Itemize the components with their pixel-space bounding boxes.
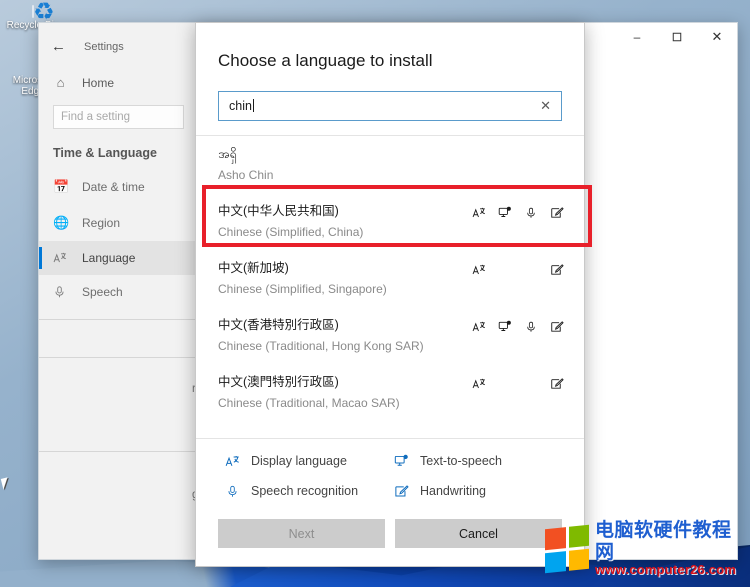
sidebar-item-label: Date & time xyxy=(82,180,145,194)
sidebar-item-label: Home xyxy=(82,75,115,90)
display-language-icon xyxy=(472,262,486,277)
language-native-name: 中文(香港特別行政區) xyxy=(218,318,339,332)
dialog-footer: Next Cancel xyxy=(196,509,584,566)
home-icon: ⌂ xyxy=(56,75,65,90)
find-a-setting-input[interactable]: Find a setting xyxy=(53,105,184,129)
language-list[interactable]: အရှိ Asho Chin 中文(中华人民共和国) Chinese (Simp… xyxy=(196,135,584,438)
calendar-clock-icon: 📅 xyxy=(53,179,70,194)
watermark: 电脑软硬件教程网 www.computer26.com xyxy=(545,515,750,583)
sidebar-item-language[interactable]: Language xyxy=(39,241,196,275)
background-divider xyxy=(39,451,217,452)
display-language-icon xyxy=(472,205,486,220)
dialog-search-wrapper: chin ✕ xyxy=(196,71,584,121)
text-to-speech-icon xyxy=(498,205,512,220)
language-names: 中文(澳門特別行政區) Chinese (Traditional, Macao … xyxy=(218,373,472,412)
minimize-button[interactable]: – xyxy=(617,23,657,51)
sidebar-item-speech[interactable]: Speech xyxy=(39,275,196,309)
language-native-name: 中文(新加坡) xyxy=(218,261,289,275)
mouse-cursor xyxy=(0,477,11,490)
language-english-name: Chinese (Simplified, Singapore) xyxy=(218,282,387,296)
legend-label: Display language xyxy=(251,454,347,468)
list-item[interactable]: 中文(中华人民共和国) Chinese (Simplified, China) xyxy=(196,193,584,250)
microphone-icon xyxy=(53,285,68,299)
language-english-name: Asho Chin xyxy=(218,168,274,182)
legend-label: Text-to-speech xyxy=(420,454,502,468)
display-language-icon xyxy=(53,251,68,265)
language-feature-icons xyxy=(478,145,564,148)
language-native-name: အရှိ xyxy=(218,147,237,161)
feature-legend: Display language Text-to-speech Speech r… xyxy=(196,438,584,509)
legend-label: Speech recognition xyxy=(251,484,359,498)
sidebar-item-region[interactable]: 🌐 Region xyxy=(39,205,196,241)
text-to-speech-icon xyxy=(498,319,512,334)
maximize-button[interactable] xyxy=(657,23,697,51)
cancel-button[interactable]: Cancel xyxy=(395,519,562,548)
recycle-bin-icon xyxy=(2,5,64,18)
language-names: 中文(中华人民共和国) Chinese (Simplified, China) xyxy=(218,202,472,241)
sidebar-group-header: Time & Language xyxy=(53,146,157,160)
language-names: အရှိ Asho Chin xyxy=(218,145,478,184)
text-to-speech-icon xyxy=(393,453,409,469)
watermark-text: 电脑软硬件教程网 www.computer26.com xyxy=(595,520,750,579)
language-feature-icons xyxy=(472,373,564,391)
back-icon[interactable]: ← xyxy=(51,39,66,54)
settings-sidebar: ← Settings ⌂ Home Find a setting Time & … xyxy=(39,23,197,559)
language-native-name: 中文(中华人民共和国) xyxy=(218,204,339,218)
clear-search-icon[interactable]: ✕ xyxy=(538,98,553,114)
globe-icon: 🌐 xyxy=(53,215,70,230)
next-button[interactable]: Next xyxy=(218,519,385,548)
handwriting-icon xyxy=(393,483,409,499)
list-item[interactable]: 中文(澳門特別行政區) Chinese (Traditional, Macao … xyxy=(196,364,584,421)
dialog-title: Choose a language to install xyxy=(218,51,433,70)
sidebar-item-label: Region xyxy=(82,216,121,230)
watermark-site-name: 电脑软硬件教程网 xyxy=(595,519,732,563)
display-language-icon xyxy=(224,453,240,469)
legend-speech-recognition: Speech recognition xyxy=(224,483,393,499)
language-native-name: 中文(澳門特別行政區) xyxy=(218,375,339,389)
language-english-name: Chinese (Simplified, China) xyxy=(218,225,364,239)
language-feature-icons xyxy=(472,259,564,277)
language-names: 中文(香港特別行政區) Chinese (Traditional, Hong K… xyxy=(218,316,472,355)
handwriting-icon xyxy=(550,205,564,220)
handwriting-icon xyxy=(550,319,564,334)
list-item[interactable]: 中文(新加坡) Chinese (Simplified, Singapore) xyxy=(196,250,584,307)
language-search-value: chin xyxy=(229,99,538,113)
language-feature-icons xyxy=(472,202,564,220)
close-button[interactable]: ✕ xyxy=(697,23,737,51)
choose-language-dialog: Choose a language to install chin ✕ အရှိ… xyxy=(195,22,585,567)
window-title: Settings xyxy=(84,40,124,53)
window-controls: – ✕ xyxy=(617,23,737,51)
sidebar-item-label: Language xyxy=(82,251,136,265)
language-feature-icons xyxy=(472,316,564,334)
display-language-icon xyxy=(472,376,486,391)
display-language-icon xyxy=(472,319,486,334)
watermark-url: www.computer26.com xyxy=(595,562,737,578)
sidebar-item-label: Speech xyxy=(82,285,123,299)
microphone-icon xyxy=(524,319,538,334)
language-english-name: Chinese (Traditional, Hong Kong SAR) xyxy=(218,339,424,353)
legend-text-to-speech: Text-to-speech xyxy=(393,453,562,469)
language-english-name: Chinese (Traditional, Macao SAR) xyxy=(218,396,400,410)
sidebar-header: ← Settings xyxy=(39,35,196,66)
windows-logo-icon xyxy=(545,524,589,574)
legend-handwriting: Handwriting xyxy=(393,483,562,499)
language-names: 中文(新加坡) Chinese (Simplified, Singapore) xyxy=(218,259,472,298)
microphone-icon xyxy=(224,483,240,499)
language-search-input[interactable]: chin ✕ xyxy=(218,91,562,121)
microphone-icon xyxy=(524,205,538,220)
legend-label: Handwriting xyxy=(420,484,487,498)
handwriting-icon xyxy=(550,262,564,277)
find-a-setting-placeholder: Find a setting xyxy=(61,111,131,123)
sidebar-item-date-time[interactable]: 📅 Date & time xyxy=(39,169,196,205)
desktop: Recycle Bin ↗ Microsoft Edge ← Settings … xyxy=(0,0,750,587)
list-item[interactable]: 中文(香港特別行政區) Chinese (Traditional, Hong K… xyxy=(196,307,584,364)
sidebar-item-home[interactable]: ⌂ Home xyxy=(39,66,196,99)
handwriting-icon xyxy=(550,376,564,391)
legend-display-language: Display language xyxy=(224,453,393,469)
list-item[interactable]: အရှိ Asho Chin xyxy=(196,136,584,193)
